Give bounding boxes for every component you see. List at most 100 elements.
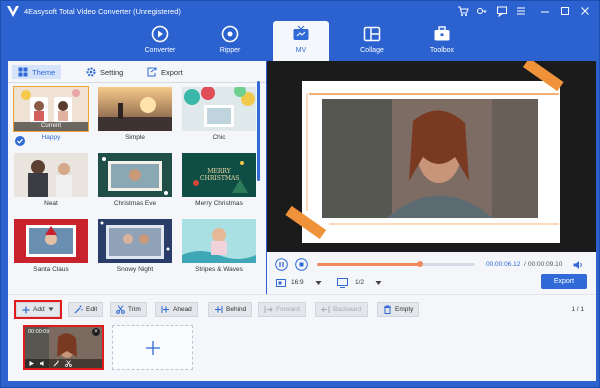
- theme-thumbnail: [14, 219, 88, 263]
- plus-icon: [22, 306, 30, 313]
- main-nav: Converter Ripper MV Collage Toolbox: [1, 21, 600, 63]
- insert-ahead-icon: [161, 306, 169, 313]
- move-forward-icon: [264, 306, 273, 313]
- tab-toolbox[interactable]: Toolbox: [414, 21, 470, 61]
- move-backward-icon: [321, 306, 330, 313]
- sub-tabs: Theme Setting Export: [8, 61, 266, 83]
- volume-icon[interactable]: [572, 259, 584, 271]
- behind-button[interactable]: Behind: [208, 302, 253, 317]
- forward-button[interactable]: Forward: [258, 302, 306, 317]
- theme-grid: Current Happy Simple Chic Neat Christmas…: [8, 83, 262, 294]
- trim-button-label: Trim: [128, 306, 141, 313]
- disc-icon: [221, 25, 239, 43]
- current-badge: Current: [14, 122, 88, 131]
- trash-icon: [384, 305, 391, 314]
- theme-thumbnail: [98, 153, 172, 197]
- progress-handle[interactable]: [416, 261, 423, 267]
- theme-thumbnail: MERRY CHRISTMAS: [182, 153, 256, 197]
- theme-christmas-eve[interactable]: Christmas Eve: [94, 149, 172, 209]
- chevron-down-icon[interactable]: [315, 280, 322, 286]
- tab-mv[interactable]: MV: [273, 21, 329, 63]
- grid-icon: [18, 67, 28, 77]
- theme-thumbnail: [182, 87, 256, 131]
- audio-icon[interactable]: [39, 360, 46, 367]
- cart-icon[interactable]: [457, 5, 469, 17]
- theme-thumbnail: [14, 153, 88, 197]
- ahead-button-label: Ahead: [173, 306, 192, 313]
- theme-overlay-text: MERRY CHRISTMAS: [200, 168, 240, 182]
- stop-icon[interactable]: [295, 258, 308, 271]
- page-select[interactable]: 1/2: [355, 279, 364, 286]
- plus-icon: [146, 341, 160, 355]
- time-separator: /: [524, 261, 526, 268]
- collage-icon: [363, 26, 381, 42]
- theme-thumbnail: [98, 87, 172, 131]
- close-icon[interactable]: [579, 5, 591, 17]
- play-icon[interactable]: [28, 360, 35, 367]
- progress-fill: [317, 263, 420, 266]
- tab-mv-label: MV: [295, 47, 307, 54]
- theme-snowy-night[interactable]: Snowy Night: [94, 215, 172, 275]
- theme-label: Santa Claus: [33, 266, 69, 273]
- key-icon[interactable]: [476, 5, 488, 17]
- theme-stripes-waves[interactable]: Stripes & Waves: [178, 215, 256, 275]
- tab-converter[interactable]: Converter: [132, 21, 188, 61]
- theme-label: Happy: [41, 134, 61, 141]
- theme-merry-christmas[interactable]: MERRY CHRISTMAS Merry Christmas: [178, 149, 256, 209]
- total-time: 00:00:09.10: [528, 261, 563, 268]
- tab-toolbox-label: Toolbox: [429, 47, 455, 54]
- player-controls: 00:00:06.12 / 00:00:09.10 16:9 1/2 Expor…: [267, 252, 596, 294]
- chevron-down-icon[interactable]: [48, 307, 54, 312]
- pause-icon[interactable]: [275, 258, 288, 271]
- theme-scrollbar[interactable]: [257, 81, 260, 181]
- menu-icon[interactable]: [515, 5, 527, 17]
- theme-chic[interactable]: Chic: [178, 83, 256, 143]
- theme-santa-claus[interactable]: Santa Claus: [10, 215, 88, 275]
- empty-button-label: Empty: [395, 306, 414, 313]
- maximize-icon[interactable]: [559, 5, 571, 17]
- subtab-export[interactable]: Export: [141, 65, 189, 79]
- feedback-icon[interactable]: [496, 5, 508, 17]
- gear-icon: [86, 67, 96, 77]
- backward-button-label: Backward: [333, 306, 362, 313]
- tv-icon: [293, 25, 309, 40]
- clip-duration: 00:00:09: [28, 329, 50, 335]
- progress-bar[interactable]: [317, 261, 475, 267]
- theme-label: Snowy Night: [116, 266, 154, 273]
- theme-neat[interactable]: Neat: [10, 149, 88, 209]
- edit-clip-icon[interactable]: [53, 360, 60, 367]
- toolbox-icon: [434, 26, 450, 41]
- subtab-setting[interactable]: Setting: [80, 65, 129, 79]
- add-button[interactable]: Add: [14, 300, 62, 319]
- title-bar: 4Easysoft Total Video Converter (Unregis…: [1, 1, 600, 21]
- current-time: 00:00:06.12: [486, 261, 521, 268]
- app-title: 4Easysoft Total Video Converter (Unregis…: [24, 7, 181, 16]
- edit-button[interactable]: Edit: [68, 302, 104, 317]
- empty-button[interactable]: Empty: [377, 302, 420, 317]
- subtab-setting-label: Setting: [100, 67, 124, 77]
- clip-remove-icon[interactable]: ×: [92, 328, 100, 336]
- video-clip[interactable]: 00:00:09 ×: [23, 325, 104, 370]
- theme-panel: Theme Setting Export Current Happy Simpl…: [8, 61, 266, 294]
- preview-frame: [267, 58, 596, 252]
- trim-clip-icon[interactable]: [65, 360, 72, 367]
- subtab-theme[interactable]: Theme: [12, 65, 62, 79]
- trim-button[interactable]: Trim: [110, 302, 147, 317]
- clip-pager: 1 / 1: [571, 306, 584, 313]
- theme-happy[interactable]: Current Happy: [10, 83, 89, 146]
- tab-ripper[interactable]: Ripper: [202, 21, 258, 61]
- video-preview: [267, 58, 596, 252]
- backward-button[interactable]: Backward: [315, 302, 368, 317]
- export-button[interactable]: Export: [541, 274, 587, 289]
- aspect-ratio-select[interactable]: 16:9: [291, 279, 304, 286]
- ahead-button[interactable]: Ahead: [155, 302, 198, 317]
- magic-wand-icon: [74, 305, 83, 314]
- theme-label: Chic: [212, 134, 226, 141]
- theme-simple[interactable]: Simple: [94, 83, 172, 143]
- minimize-icon[interactable]: [539, 5, 551, 17]
- add-clip-slot[interactable]: [112, 325, 193, 370]
- theme-label: Neat: [44, 200, 58, 207]
- chevron-down-icon[interactable]: [375, 280, 382, 286]
- tab-collage[interactable]: Collage: [344, 21, 400, 61]
- clip-timeline: 00:00:09 ×: [8, 322, 596, 381]
